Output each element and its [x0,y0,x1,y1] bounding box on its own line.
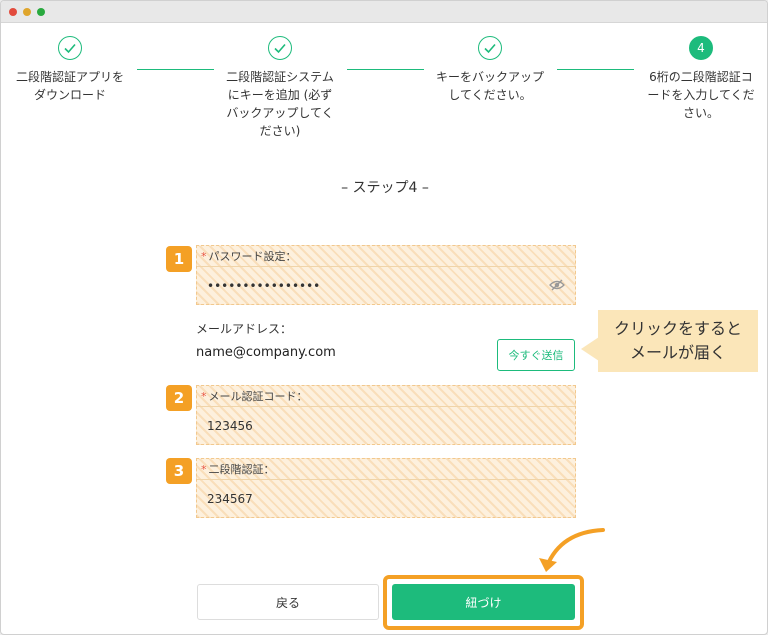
step-badge: 3 [166,458,192,484]
step-label: キーをバックアップ してください。 [435,70,544,102]
email-value: name@company.com [196,345,336,360]
callout-pointer [581,337,599,361]
check-icon [58,36,82,60]
step-label: 二段階認証システム にキーを追加 (必ず バックアップしてく ださい) [226,70,334,138]
curved-arrow-icon [539,528,605,572]
send-now-button[interactable]: 今すぐ送信 [497,339,575,371]
two-factor-input[interactable]: 234567 [197,479,575,517]
back-button[interactable]: 戻る [197,584,379,620]
password-label: * パスワード設定： [201,250,297,263]
step-label: 6桁の二段階認証コ ードを入力してくだ さい。 [647,70,755,120]
step-badge: 2 [166,385,192,411]
check-icon [478,36,502,60]
zoom-window-button[interactable] [37,8,45,16]
title-bar [1,1,767,23]
step-1: 二段階認証アプリを ダウンロード [4,36,136,104]
app-window: 二段階認証アプリを ダウンロード 二段階認証システム にキーを追加 (必ず バッ… [0,0,768,635]
step-3: キーをバックアップ してください。 [424,36,556,104]
email-label: メールアドレス： [196,322,293,336]
password-field-group: * パスワード設定： •••••••••••••••• [196,245,576,305]
minimize-window-button[interactable] [23,8,31,16]
step-badge: 1 [166,246,192,272]
step-connector [557,69,634,70]
step-label: 二段階認証アプリを ダウンロード [15,70,124,102]
callout-line: メールが届く [629,343,726,362]
step-connector [347,69,424,70]
step-4: 4 6桁の二段階認証コ ードを入力してくだ さい。 [635,36,767,122]
two-factor-field-group: * 二段階認証： 234567 [196,458,576,518]
callout-line: クリックをすると [613,319,742,338]
mail-code-field-group: * メール認証コード： 123456 [196,385,576,445]
password-input[interactable]: •••••••••••••••• [197,266,575,304]
hide-password-icon[interactable] [549,277,565,293]
two-factor-label: * 二段階認証： [201,463,275,476]
mail-code-input[interactable]: 123456 [197,406,575,444]
step-connector [137,69,214,70]
step-title: – ステップ4 – [341,180,429,196]
close-window-button[interactable] [9,8,17,16]
mail-code-label: * メール認証コード： [201,390,308,403]
bind-button[interactable]: 紐づけ [392,584,575,620]
check-icon [268,36,292,60]
step-2: 二段階認証システム にキーを追加 (必ず バックアップしてく ださい) [214,36,346,140]
step-number: 4 [689,36,713,60]
callout-tooltip: クリックをすると メールが届く [598,310,758,372]
